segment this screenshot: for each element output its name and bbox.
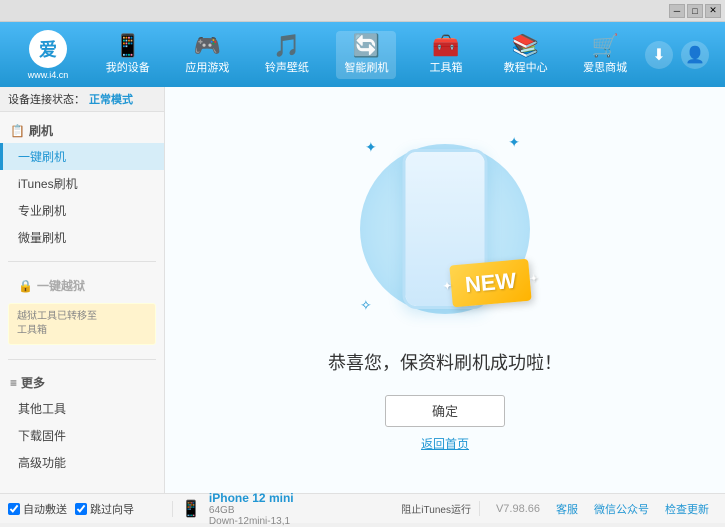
device-info-section: 📱 iPhone 12 mini 64GB Down-12mini-13,1 [173, 491, 302, 527]
check-update-link[interactable]: 检查更新 [665, 501, 709, 517]
nav-toolbox-label: 工具箱 [430, 59, 463, 75]
success-text: 恭喜您，保资料刷机成功啦！ [328, 349, 562, 375]
download-button[interactable]: ⬇ [645, 41, 673, 69]
star-left: ✦ [442, 280, 451, 292]
sidebar-divider-2 [8, 359, 156, 360]
more-icon: ≡ [10, 376, 17, 390]
bottom-right: 阻止iTunes运行 V7.98.66 客服 微信公众号 检查更新 [393, 501, 717, 517]
sidebar-section-flash-title: 📋 刷机 [0, 118, 164, 143]
device-storage: 64GB [209, 505, 294, 516]
logo[interactable]: 爱 www.i4.cn [8, 30, 88, 80]
header-right: ⬇ 👤 [645, 41, 717, 69]
wallpaper-icon: 🎵 [273, 35, 300, 57]
sidebar-item-one-key-flash[interactable]: 一键刷机 [0, 143, 164, 170]
toolbox-icon: 🧰 [432, 35, 459, 57]
close-button[interactable]: ✕ [705, 4, 721, 18]
sparkle-top-right: ✦ [508, 134, 520, 151]
auto-flash-checkbox[interactable]: 自动敷送 [8, 501, 67, 517]
nav-bar: 📱 我的设备 🎮 应用游戏 🎵 铃声壁纸 🔄 智能刷机 🧰 工具箱 📚 教程中心… [88, 31, 645, 79]
advanced-label: 高级功能 [18, 454, 66, 471]
sidebar-divider-1 [8, 261, 156, 262]
confirm-button[interactable]: 确定 [385, 395, 505, 427]
sidebar-item-itunes-flash[interactable]: iTunes刷机 [0, 170, 164, 197]
sidebar-section-jailbreak: 🔒 一键越狱 越狱工具已转移至工具箱 [0, 266, 164, 355]
nav-my-device[interactable]: 📱 我的设备 [98, 31, 158, 79]
bottom-left: 自动敷送 跳过向导 [8, 501, 173, 517]
new-ribbon-text: ✦ NEW ✦ [449, 258, 532, 307]
nav-wallpaper-label: 铃声壁纸 [265, 59, 309, 75]
content-area: ✦ ✦ ✧ ✦ NEW ✦ 恭喜您，保资料刷机成功啦！ 确定 返回首页 [165, 87, 725, 493]
my-device-icon: 📱 [114, 35, 141, 57]
lock-icon: 🔒 [18, 279, 33, 293]
nav-my-device-label: 我的设备 [106, 59, 150, 75]
status-label: 设备连接状态： [8, 91, 85, 107]
minimize-button[interactable]: ─ [669, 4, 685, 18]
version-label: V7.98.66 [496, 503, 540, 515]
device-details: iPhone 12 mini 64GB Down-12mini-13,1 [209, 491, 294, 527]
device-firmware: Down-12mini-13,1 [209, 516, 294, 527]
auto-flash-label: 自动敷送 [23, 501, 67, 517]
sidebar-item-advanced[interactable]: 高级功能 [0, 449, 164, 476]
title-bar: ─ □ ✕ [0, 0, 725, 22]
user-button[interactable]: 👤 [681, 41, 709, 69]
sidebar-item-other-tools[interactable]: 其他工具 [0, 395, 164, 422]
nav-wallpaper[interactable]: 🎵 铃声壁纸 [257, 31, 317, 79]
app-game-icon: 🎮 [194, 35, 221, 57]
header: 爱 www.i4.cn 📱 我的设备 🎮 应用游戏 🎵 铃声壁纸 🔄 智能刷机 … [0, 22, 725, 87]
wechat-link[interactable]: 微信公众号 [594, 501, 649, 517]
logo-url: www.i4.cn [28, 70, 69, 80]
sidebar-item-download-firmware[interactable]: 下载固件 [0, 422, 164, 449]
sidebar-item-storage-flash[interactable]: 微量刷机 [0, 224, 164, 251]
nav-tutorial[interactable]: 📚 教程中心 [496, 31, 556, 79]
jailbreak-note: 越狱工具已转移至工具箱 [8, 303, 156, 345]
other-tools-label: 其他工具 [18, 400, 66, 417]
nav-toolbox[interactable]: 🧰 工具箱 [416, 31, 476, 79]
nav-app-game-label: 应用游戏 [185, 59, 229, 75]
back-link[interactable]: 返回首页 [421, 435, 469, 452]
main-area: 设备连接状态： 正常模式 📋 刷机 一键刷机 iTunes刷机 专业刷机 微量刷… [0, 87, 725, 493]
download-firmware-label: 下载固件 [18, 427, 66, 444]
sidebar-section-more: ≡ 更多 其他工具 下载固件 高级功能 [0, 364, 164, 482]
skip-wizard-checkbox[interactable]: 跳过向导 [75, 501, 134, 517]
sidebar-item-pro-flash[interactable]: 专业刷机 [0, 197, 164, 224]
new-badge: ✦ NEW ✦ [451, 262, 530, 304]
bottom-bar: 自动敷送 跳过向导 📱 iPhone 12 mini 64GB Down-12m… [0, 493, 725, 523]
nav-smart-flash[interactable]: 🔄 智能刷机 [336, 31, 396, 79]
nav-smart-flash-label: 智能刷机 [344, 59, 388, 75]
shop-icon: 🛒 [591, 35, 618, 57]
nav-shop-label: 爱思商城 [583, 59, 627, 75]
nav-tutorial-label: 教程中心 [504, 59, 548, 75]
nav-app-game[interactable]: 🎮 应用游戏 [177, 31, 237, 79]
sidebar-section-jailbreak-title: 🔒 一键越狱 [0, 272, 164, 299]
flash-section-icon: 📋 [10, 124, 25, 138]
pro-flash-label: 专业刷机 [18, 202, 66, 219]
sidebar-section-flash: 📋 刷机 一键刷机 iTunes刷机 专业刷机 微量刷机 [0, 112, 164, 257]
star-right: ✦ [529, 273, 538, 285]
itunes-status: 阻止iTunes运行 [393, 501, 480, 516]
one-key-flash-label: 一键刷机 [18, 148, 66, 165]
customer-service-link[interactable]: 客服 [556, 501, 578, 517]
logo-icon: 爱 [29, 30, 67, 68]
sparkle-top-left: ✦ [365, 139, 377, 156]
skip-wizard-input[interactable] [75, 503, 87, 515]
status-value: 正常模式 [89, 91, 133, 107]
status-bar: 设备连接状态： 正常模式 [0, 87, 164, 112]
storage-flash-label: 微量刷机 [18, 229, 66, 246]
sidebar: 设备连接状态： 正常模式 📋 刷机 一键刷机 iTunes刷机 专业刷机 微量刷… [0, 87, 165, 493]
tutorial-icon: 📚 [512, 35, 539, 57]
auto-flash-input[interactable] [8, 503, 20, 515]
smart-flash-icon: 🔄 [353, 35, 380, 57]
restore-button[interactable]: □ [687, 4, 703, 18]
skip-wizard-label: 跳过向导 [90, 501, 134, 517]
sparkle-bottom-left: ✧ [360, 297, 372, 314]
sidebar-section-more-title: ≡ 更多 [0, 370, 164, 395]
itunes-flash-label: iTunes刷机 [18, 175, 78, 192]
logo-char: 爱 [39, 36, 57, 62]
phone-illustration: ✦ ✦ ✧ ✦ NEW ✦ [345, 129, 545, 329]
device-phone-icon: 📱 [181, 499, 201, 519]
nav-shop[interactable]: 🛒 爱思商城 [575, 31, 635, 79]
